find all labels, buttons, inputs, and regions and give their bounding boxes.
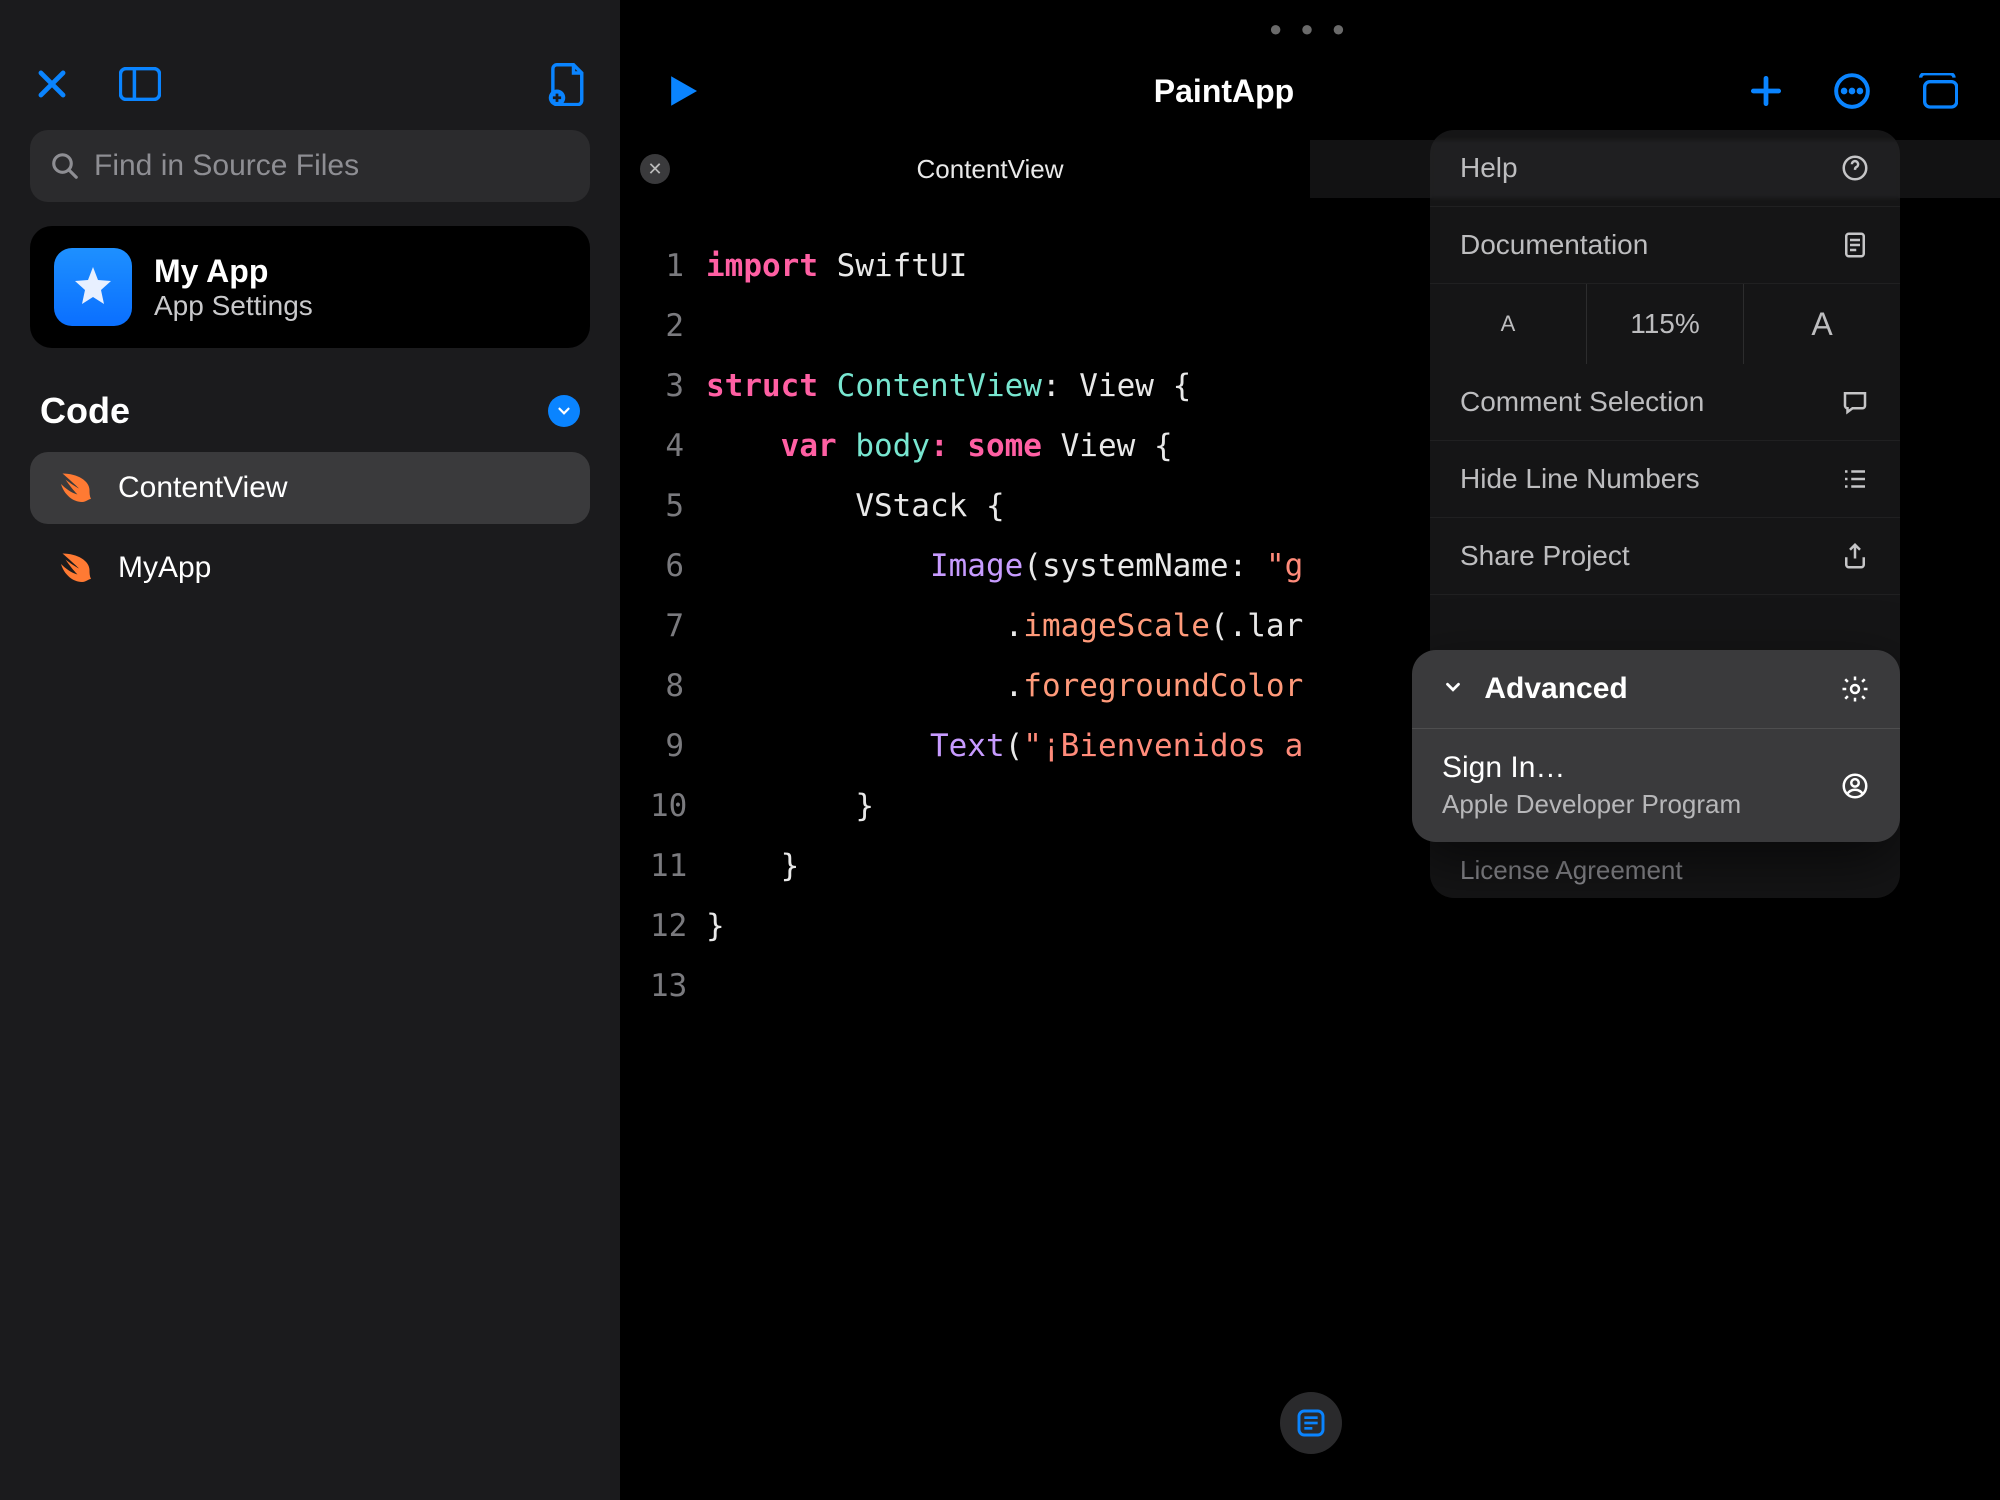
advanced-submenu: Advanced Sign In… Apple Developer Progra…: [1412, 650, 1900, 842]
sidebar: Find in Source Files My App App Settings…: [0, 0, 620, 1500]
swift-icon: [58, 549, 96, 587]
close-tab-icon[interactable]: ✕: [640, 154, 670, 184]
sidebar-section-title: Code: [40, 390, 130, 432]
search-input[interactable]: Find in Source Files: [30, 130, 590, 202]
menu-hide-line-numbers[interactable]: Hide Line Numbers: [1430, 441, 1900, 518]
swift-icon: [58, 469, 96, 507]
comment-icon: [1840, 387, 1870, 417]
tab-title[interactable]: ContentView: [670, 154, 1310, 185]
file-row-myapp[interactable]: MyApp: [30, 532, 590, 604]
file-row-contentview[interactable]: ContentView: [30, 452, 590, 524]
run-button[interactable]: [660, 69, 704, 113]
list-number-icon: [1840, 464, 1870, 494]
chevron-down-icon[interactable]: [548, 395, 580, 427]
app-settings-card[interactable]: My App App Settings: [30, 226, 590, 348]
zoom-out-button[interactable]: A: [1430, 284, 1587, 364]
app-icon: [54, 248, 132, 326]
toggle-sidebar-icon[interactable]: [118, 62, 162, 106]
zoom-in-button[interactable]: A: [1744, 284, 1900, 364]
gear-icon: [1840, 674, 1870, 704]
zoom-value: 115%: [1587, 284, 1744, 364]
doc-icon: [1840, 230, 1870, 260]
app-title: My App: [154, 253, 313, 290]
menu-share-project[interactable]: Share Project: [1430, 518, 1900, 595]
menu-comment-selection[interactable]: Comment Selection: [1430, 364, 1900, 441]
help-icon: [1840, 153, 1870, 183]
menu-advanced[interactable]: Advanced: [1412, 650, 1900, 729]
zoom-control: A 115% A: [1430, 284, 1900, 364]
app-subtitle: App Settings: [154, 290, 313, 322]
chevron-down-icon: [1442, 676, 1464, 698]
menu-sign-in[interactable]: Sign In… Apple Developer Program: [1412, 729, 1900, 842]
file-name: ContentView: [118, 471, 288, 505]
search-placeholder: Find in Source Files: [94, 149, 359, 183]
new-file-icon[interactable]: [546, 62, 590, 106]
sidebar-section-header[interactable]: Code: [0, 372, 620, 444]
windows-icon[interactable]: [1916, 69, 1960, 113]
search-icon: [50, 151, 80, 181]
more-icon[interactable]: [1830, 69, 1874, 113]
outline-button[interactable]: [1280, 1392, 1342, 1454]
menu-help[interactable]: Help: [1430, 130, 1900, 207]
share-icon: [1840, 541, 1870, 571]
user-icon: [1840, 771, 1870, 801]
close-icon[interactable]: [30, 62, 74, 106]
file-name: MyApp: [118, 551, 211, 585]
add-icon[interactable]: [1744, 69, 1788, 113]
project-title: PaintApp: [704, 73, 1744, 110]
drag-handle-icon[interactable]: ● ● ●: [1269, 16, 1351, 42]
menu-documentation[interactable]: Documentation: [1430, 207, 1900, 284]
